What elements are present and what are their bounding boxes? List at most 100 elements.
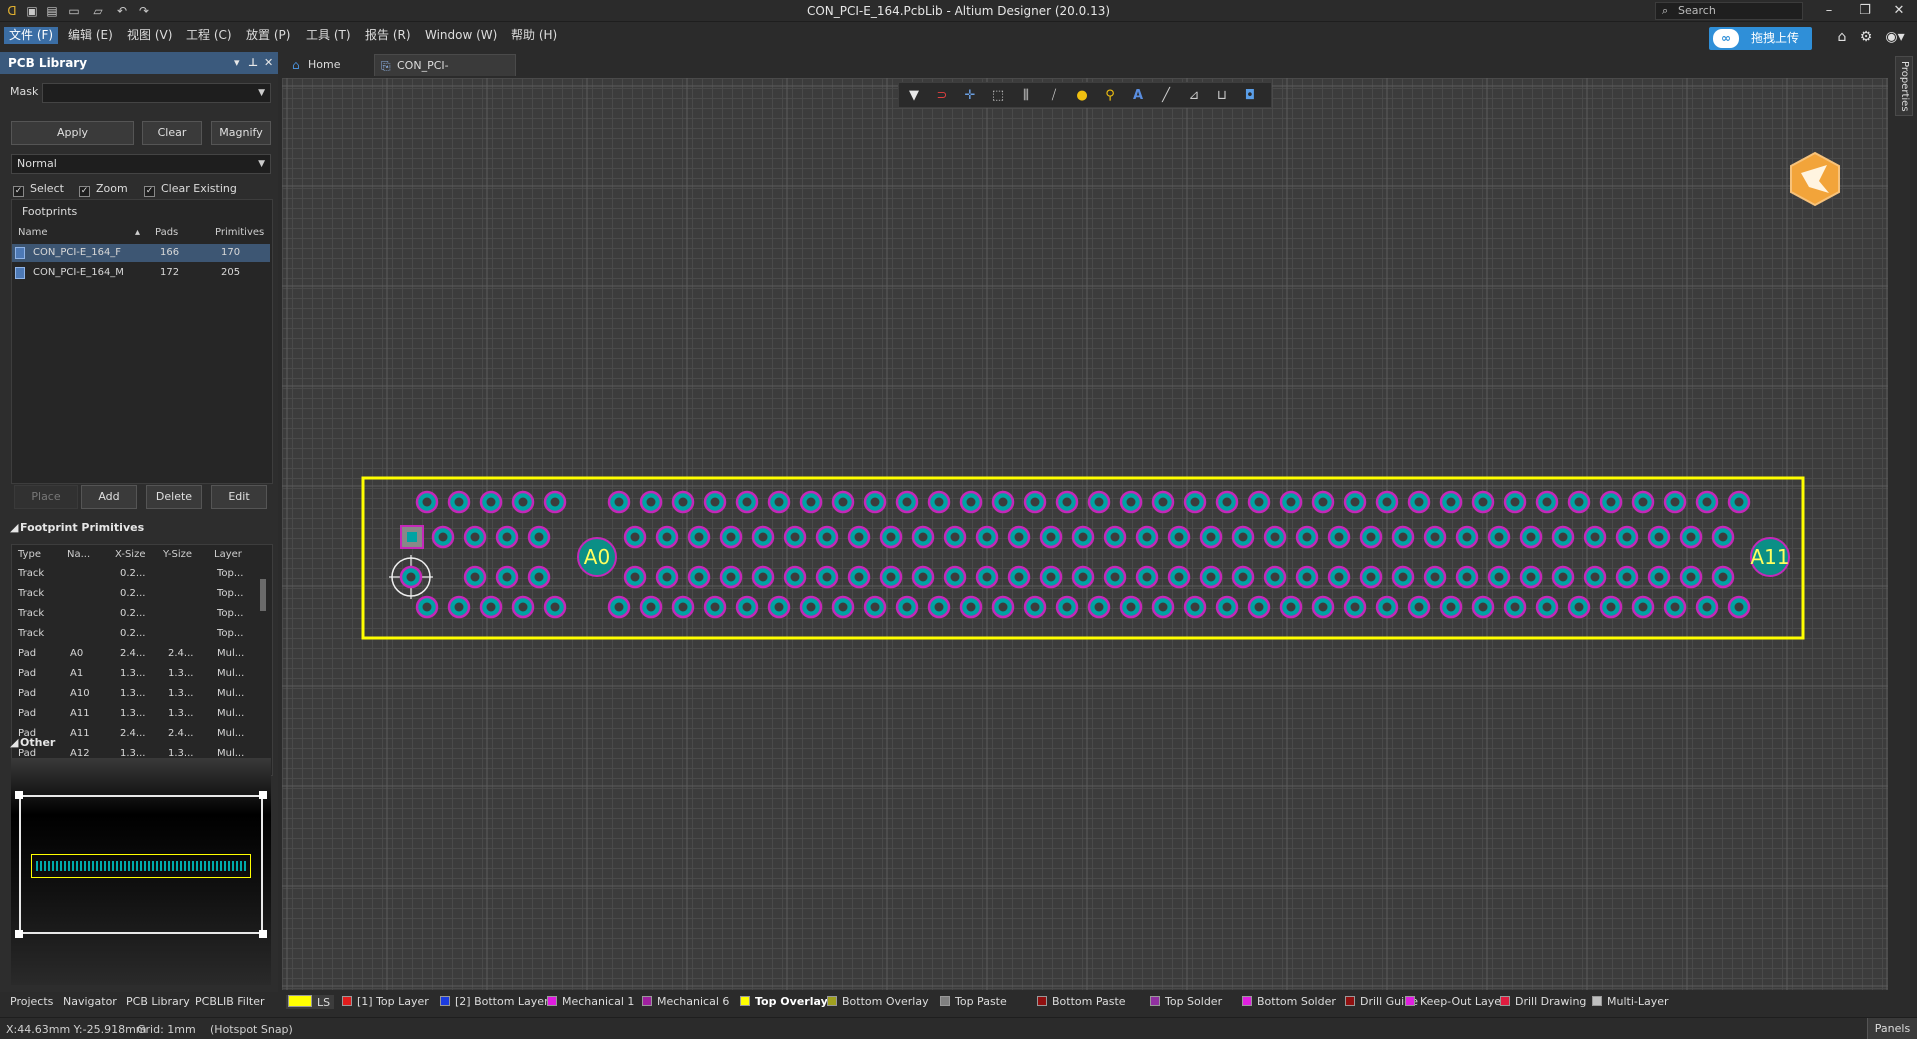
pad-hole[interactable] — [454, 602, 464, 612]
scrollbar-thumb[interactable] — [260, 579, 266, 611]
other-title[interactable]: Other — [20, 736, 55, 749]
pad-hole[interactable] — [1526, 532, 1536, 542]
tab-pcblib-filter[interactable]: PCBLIB Filter — [195, 995, 265, 1008]
pad-hole[interactable] — [1398, 532, 1408, 542]
pad-hole[interactable] — [742, 497, 752, 507]
tab-home-page[interactable]: ⌂Home Page — [286, 54, 370, 93]
menu-project[interactable]: 工程 (C) — [181, 27, 237, 44]
pad-hole[interactable] — [1094, 497, 1104, 507]
layer-tab[interactable]: Mechanical 6 — [642, 995, 729, 1008]
pad-hole[interactable] — [758, 572, 768, 582]
pad-hole[interactable] — [1350, 602, 1360, 612]
pad-hole[interactable] — [1174, 532, 1184, 542]
tab-projects[interactable]: Projects — [10, 995, 53, 1008]
pad-hole[interactable] — [646, 497, 656, 507]
pad-hole[interactable] — [1510, 497, 1520, 507]
pad-hole[interactable] — [486, 602, 496, 612]
pad-hole[interactable] — [1206, 532, 1216, 542]
pad-hole[interactable] — [406, 572, 416, 582]
footprint-preview[interactable] — [11, 758, 271, 985]
pad-hole[interactable] — [806, 602, 816, 612]
pad-hole[interactable] — [1670, 602, 1680, 612]
close-button[interactable]: ✕ — [1884, 1, 1914, 21]
pad-hole[interactable] — [1382, 497, 1392, 507]
pad-hole[interactable] — [1734, 602, 1744, 612]
column-layer[interactable]: Layer — [214, 549, 242, 560]
crosshair-icon[interactable]: ✛ — [961, 87, 979, 105]
pad-hole[interactable] — [1366, 572, 1376, 582]
pad-hole[interactable] — [1478, 497, 1488, 507]
pad-hole[interactable] — [1462, 572, 1472, 582]
column-y-size[interactable]: Y-Size — [163, 549, 192, 560]
menu-edit[interactable]: 编辑 (E) — [63, 27, 118, 44]
pad-hole[interactable] — [838, 497, 848, 507]
restore-button[interactable]: ❐ — [1850, 1, 1880, 21]
pad-hole[interactable] — [726, 572, 736, 582]
primitive-type[interactable]: Track — [18, 628, 44, 639]
pad-hole[interactable] — [1158, 602, 1168, 612]
pin-icon[interactable]: ⊥ — [248, 52, 258, 74]
pad-hole[interactable] — [1542, 497, 1552, 507]
column-x-size[interactable]: X-Size — [115, 549, 146, 560]
pad-hole[interactable] — [1430, 532, 1440, 542]
primitive-type[interactable]: Track — [18, 568, 44, 579]
pcb-canvas[interactable]: A0 A11 — [282, 78, 1888, 990]
pad-hole[interactable] — [998, 497, 1008, 507]
primitive-type[interactable]: Track — [18, 608, 44, 619]
dimension-icon[interactable]: ⊿ — [1185, 87, 1203, 105]
collapse-icon[interactable]: ◢ — [10, 521, 18, 534]
pad-hole[interactable] — [966, 602, 976, 612]
pad-hole[interactable] — [470, 572, 480, 582]
pad-hole[interactable] — [902, 497, 912, 507]
tab-navigator[interactable]: Navigator — [63, 995, 117, 1008]
footprint-name[interactable]: CON_PCI-E_164_F — [33, 247, 121, 258]
layer-tab[interactable]: Top Overlay — [740, 995, 828, 1008]
pad-hole[interactable] — [1382, 602, 1392, 612]
pad-hole[interactable] — [1334, 532, 1344, 542]
component-icon[interactable]: ⊔ — [1213, 87, 1231, 105]
pad-hole[interactable] — [1158, 497, 1168, 507]
pad-hole[interactable] — [998, 602, 1008, 612]
pad-hole[interactable] — [710, 497, 720, 507]
pad-hole[interactable] — [550, 497, 560, 507]
pad-hole[interactable] — [806, 497, 816, 507]
footprint-name[interactable]: CON_PCI-E_164_M — [33, 267, 124, 278]
pad-hole[interactable] — [870, 602, 880, 612]
menu-view[interactable]: 视图 (V) — [122, 27, 177, 44]
pad-hole[interactable] — [1046, 572, 1056, 582]
column-name[interactable]: Na... — [67, 549, 90, 560]
pad-hole[interactable] — [1638, 497, 1648, 507]
pad-hole[interactable] — [1494, 532, 1504, 542]
mode-select[interactable]: Normal ▼ — [11, 154, 271, 174]
pad-hole[interactable] — [1590, 532, 1600, 542]
pad-hole[interactable] — [790, 572, 800, 582]
pad-hole[interactable] — [1062, 602, 1072, 612]
place-track-icon[interactable]: ⧸ — [1045, 87, 1063, 105]
pad-hole[interactable] — [1318, 497, 1328, 507]
pad-hole[interactable] — [678, 497, 688, 507]
pad-hole[interactable] — [1302, 532, 1312, 542]
menu-tools[interactable]: 工具 (T) — [301, 27, 356, 44]
column-primitives[interactable]: Primitives — [215, 227, 264, 238]
layer-tab[interactable]: Mechanical 1 — [547, 995, 634, 1008]
edit-button[interactable]: Edit — [211, 485, 267, 509]
pad-hole[interactable] — [1286, 602, 1296, 612]
pad-hole[interactable] — [1446, 497, 1456, 507]
view-cube-icon[interactable] — [1787, 151, 1843, 207]
pad-hole[interactable] — [822, 532, 832, 542]
pad-hole[interactable] — [550, 602, 560, 612]
pad-hole[interactable] — [630, 532, 640, 542]
pad-hole[interactable] — [1558, 532, 1568, 542]
pad-hole[interactable] — [1238, 532, 1248, 542]
pad-hole[interactable] — [614, 602, 624, 612]
pad-hole[interactable] — [1046, 532, 1056, 542]
scrollbar[interactable] — [259, 567, 268, 772]
resize-handle[interactable] — [259, 791, 267, 799]
layer-tab[interactable]: [2] Bottom Layer — [440, 995, 549, 1008]
pad-hole[interactable] — [1286, 497, 1296, 507]
pad-hole[interactable] — [1350, 497, 1360, 507]
pad-hole[interactable] — [934, 602, 944, 612]
pad-hole[interactable] — [1254, 497, 1264, 507]
clear-existing-checkbox[interactable]: ✓ Clear Existing — [144, 182, 237, 197]
pad-hole[interactable] — [1510, 602, 1520, 612]
